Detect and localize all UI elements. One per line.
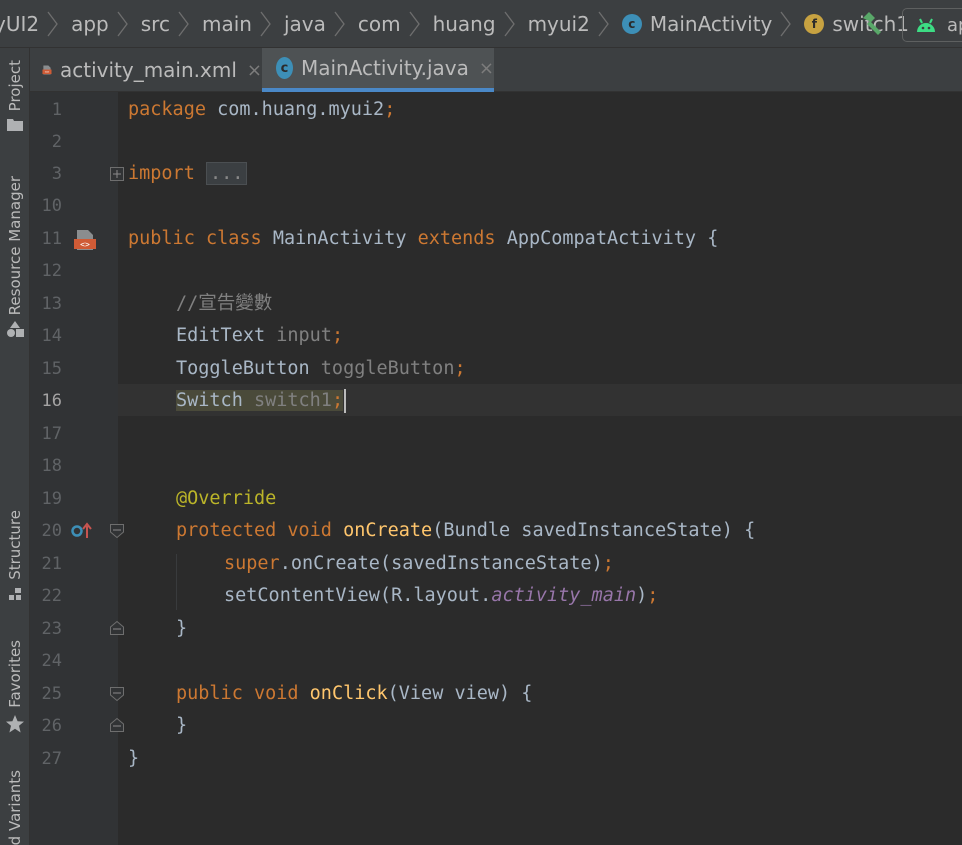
star-icon bbox=[6, 714, 24, 733]
line-number: 19 bbox=[41, 489, 62, 509]
xml-layout-icon: <> bbox=[42, 65, 52, 75]
class-c-icon: c bbox=[621, 14, 642, 34]
tab-label: activity_main.xml bbox=[59, 58, 237, 82]
tab-label: MainActivity.java bbox=[300, 56, 469, 80]
structure-icon bbox=[9, 587, 21, 600]
chevron-right-icon bbox=[407, 9, 425, 39]
line-number: 22 bbox=[41, 586, 62, 606]
field-f-icon: f bbox=[804, 14, 825, 34]
resource-manager-tool-button[interactable]: Resource Manager bbox=[0, 176, 30, 338]
breadcrumb: yUI2 app src main java com huang myui2 c… bbox=[0, 0, 909, 48]
breadcrumb-item-huang[interactable]: huang bbox=[433, 12, 496, 36]
navigation-bar: yUI2 app src main java com huang myui2 c… bbox=[0, 0, 962, 48]
left-tool-window-bar: Project Resource Manager Structure Favor… bbox=[0, 48, 30, 845]
code-line[interactable]: package com.huang.myui2; bbox=[128, 94, 395, 126]
breadcrumb-item-mainactivity[interactable]: c MainActivity bbox=[621, 12, 772, 36]
text-caret bbox=[344, 389, 347, 413]
run-configuration-label: ap bbox=[947, 14, 962, 36]
code-line[interactable]: setContentView(R.layout.activity_main); bbox=[224, 580, 658, 612]
breadcrumb-item-app[interactable]: app bbox=[71, 12, 109, 36]
line-number: 14 bbox=[41, 326, 62, 346]
folder-icon bbox=[7, 119, 23, 132]
line-number: 21 bbox=[41, 554, 62, 574]
code-line[interactable]: public void onClick(View view) { bbox=[176, 678, 532, 710]
run-configuration-selector[interactable]: ap bbox=[902, 8, 962, 42]
line-number: 11 bbox=[41, 229, 62, 249]
breadcrumb-item-main[interactable]: main bbox=[202, 12, 252, 36]
indent-guide bbox=[176, 554, 177, 610]
code-comment[interactable]: //宣告變數 bbox=[176, 288, 272, 320]
close-icon[interactable]: × bbox=[247, 60, 262, 81]
line-number: 13 bbox=[41, 294, 62, 314]
tab-activity-main-xml[interactable]: <> activity_main.xml × bbox=[30, 48, 262, 92]
breadcrumb-item-src[interactable]: src bbox=[141, 12, 170, 36]
structure-tool-button[interactable]: Structure bbox=[0, 510, 30, 602]
line-number: 2 bbox=[51, 132, 62, 152]
svg-text:<>: <> bbox=[80, 240, 90, 249]
breadcrumb-item-project[interactable]: yUI2 bbox=[0, 12, 39, 36]
override-method-icon[interactable] bbox=[71, 522, 93, 540]
chevron-right-icon bbox=[258, 9, 276, 39]
line-number: 1 bbox=[51, 100, 62, 120]
line-number-current: 16 bbox=[41, 391, 62, 411]
code-line[interactable]: import ... bbox=[128, 158, 248, 190]
chevron-right-icon bbox=[502, 9, 520, 39]
collapse-fold-icon[interactable] bbox=[110, 687, 124, 701]
line-number: 18 bbox=[41, 456, 62, 476]
code-line[interactable]: } bbox=[176, 710, 187, 742]
expand-fold-icon[interactable] bbox=[110, 167, 124, 181]
android-icon bbox=[917, 18, 935, 32]
line-number: 20 bbox=[41, 521, 62, 541]
class-c-icon: c bbox=[276, 57, 293, 79]
code-line-current[interactable]: Switch switch1; bbox=[176, 385, 347, 417]
chevron-right-icon bbox=[45, 9, 63, 39]
line-number: 23 bbox=[41, 619, 62, 639]
line-number: 26 bbox=[41, 716, 62, 736]
line-number: 10 bbox=[41, 196, 62, 216]
line-number: 27 bbox=[41, 749, 62, 769]
chevron-right-icon bbox=[115, 9, 133, 39]
code-line[interactable]: @Override bbox=[176, 483, 276, 515]
breadcrumb-item-com[interactable]: com bbox=[358, 12, 401, 36]
line-number: 17 bbox=[41, 424, 62, 444]
code-line[interactable]: ToggleButton toggleButton; bbox=[176, 353, 466, 385]
line-number: 24 bbox=[41, 651, 62, 671]
xml-layout-icon[interactable]: <> bbox=[73, 229, 97, 251]
breadcrumb-item-java[interactable]: java bbox=[284, 12, 326, 36]
code-line[interactable]: super.onCreate(savedInstanceState); bbox=[224, 548, 614, 580]
code-line[interactable]: } bbox=[128, 743, 139, 775]
tab-mainactivity-java[interactable]: c MainActivity.java × bbox=[262, 48, 494, 92]
code-editor[interactable] bbox=[118, 92, 962, 845]
line-number: 15 bbox=[41, 359, 62, 379]
code-line[interactable]: public class MainActivity extends AppCom… bbox=[128, 223, 718, 255]
code-line[interactable]: protected void onCreate(Bundle savedInst… bbox=[176, 515, 755, 547]
chevron-right-icon bbox=[176, 9, 194, 39]
collapse-fold-end-icon[interactable] bbox=[110, 718, 124, 732]
line-number: 3 bbox=[51, 164, 62, 184]
chevron-right-icon bbox=[332, 9, 350, 39]
breadcrumb-item-myui2[interactable]: myui2 bbox=[528, 12, 590, 36]
line-number: 25 bbox=[41, 684, 62, 704]
project-tool-button[interactable]: Project bbox=[0, 60, 30, 132]
editor-tab-bar: <> activity_main.xml × c MainActivity.ja… bbox=[30, 48, 962, 92]
folded-imports[interactable]: ... bbox=[205, 162, 248, 185]
build-variants-tool-button[interactable]: d Variants bbox=[0, 770, 30, 845]
selected-code: Switch switch1; bbox=[176, 390, 344, 411]
shapes-icon bbox=[7, 321, 24, 338]
chevron-right-icon bbox=[596, 9, 614, 39]
hammer-icon[interactable] bbox=[857, 10, 885, 38]
collapse-fold-end-icon[interactable] bbox=[110, 621, 124, 635]
line-number: 12 bbox=[41, 261, 62, 281]
code-line[interactable]: } bbox=[176, 613, 187, 645]
close-icon[interactable]: × bbox=[479, 58, 494, 79]
chevron-right-icon bbox=[778, 9, 796, 39]
favorites-tool-button[interactable]: Favorites bbox=[0, 640, 30, 734]
collapse-fold-icon[interactable] bbox=[110, 524, 124, 538]
code-line[interactable]: EditText input; bbox=[176, 320, 343, 352]
